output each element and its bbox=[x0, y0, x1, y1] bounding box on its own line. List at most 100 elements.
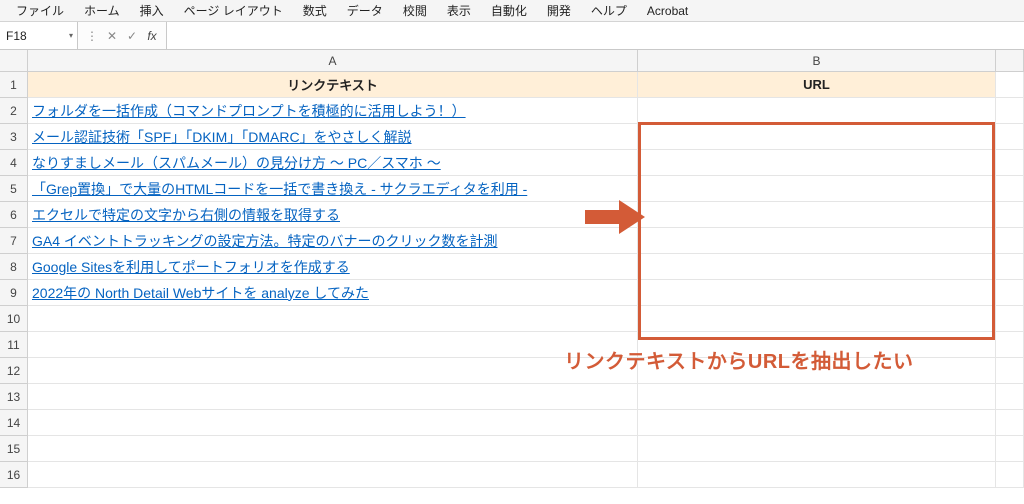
menu-item-file[interactable]: ファイル bbox=[6, 2, 74, 19]
row-header-1[interactable]: 1 bbox=[0, 72, 27, 98]
cancel-icon[interactable]: ✕ bbox=[102, 29, 122, 43]
row-header-6[interactable]: 6 bbox=[0, 202, 27, 228]
cell-rest[interactable] bbox=[996, 332, 1024, 357]
cell-b10[interactable] bbox=[638, 306, 996, 331]
row-header-11[interactable]: 11 bbox=[0, 332, 27, 358]
enter-icon[interactable]: ✓ bbox=[122, 29, 142, 43]
select-all-corner[interactable] bbox=[0, 50, 28, 72]
cell-a3[interactable]: メール認証技術「SPF」「DKIM」「DMARC」をやさしく解説 bbox=[28, 124, 638, 149]
row-header-5[interactable]: 5 bbox=[0, 176, 27, 202]
vertical-divider-icon: ⋮ bbox=[82, 29, 102, 43]
cell-rest[interactable] bbox=[996, 124, 1024, 149]
cell-rest[interactable] bbox=[996, 358, 1024, 383]
table-row bbox=[28, 306, 1024, 332]
cell-rest[interactable] bbox=[996, 410, 1024, 435]
hyperlink[interactable]: フォルダを一括作成（コマンドプロンプトを積極的に活用しよう！） bbox=[32, 101, 466, 121]
name-box[interactable]: F18 ▾ bbox=[0, 22, 78, 49]
column-header-a[interactable]: A bbox=[28, 50, 638, 71]
hyperlink[interactable]: 2022年の North Detail Webサイトを analyze してみた bbox=[32, 283, 369, 303]
cell-rest[interactable] bbox=[996, 150, 1024, 175]
cell-b1[interactable]: URL bbox=[638, 72, 996, 97]
cell-b2[interactable] bbox=[638, 98, 996, 123]
formula-input[interactable] bbox=[167, 22, 1024, 49]
cell-rest[interactable] bbox=[996, 254, 1024, 279]
cell-rest[interactable] bbox=[996, 436, 1024, 461]
hyperlink[interactable]: GA4 イベントトラッキングの設定方法。特定のバナーのクリック数を計測 bbox=[32, 231, 497, 251]
menu-item-formulas[interactable]: 数式 bbox=[293, 2, 337, 19]
cell-rest[interactable] bbox=[996, 280, 1024, 305]
cell-b3[interactable] bbox=[638, 124, 996, 149]
menu-item-developer[interactable]: 開発 bbox=[537, 2, 581, 19]
cell-b11[interactable] bbox=[638, 332, 996, 357]
cell-a14[interactable] bbox=[28, 410, 638, 435]
row-header-3[interactable]: 3 bbox=[0, 124, 27, 150]
row-header-12[interactable]: 12 bbox=[0, 358, 27, 384]
chevron-down-icon[interactable]: ▾ bbox=[69, 31, 73, 40]
menu-item-pagelayout[interactable]: ページ レイアウト bbox=[174, 2, 293, 19]
cell-a9[interactable]: 2022年の North Detail Webサイトを analyze してみた bbox=[28, 280, 638, 305]
cell-a10[interactable] bbox=[28, 306, 638, 331]
row-header-13[interactable]: 13 bbox=[0, 384, 27, 410]
cell-a13[interactable] bbox=[28, 384, 638, 409]
cell-rest[interactable] bbox=[996, 306, 1024, 331]
row-header-10[interactable]: 10 bbox=[0, 306, 27, 332]
cell-a1[interactable]: リンクテキスト bbox=[28, 72, 638, 97]
column-header-b[interactable]: B bbox=[638, 50, 996, 71]
cell-a5[interactable]: 「Grep置換」で大量のHTMLコードを一括で書き換え - サクラエディタを利用… bbox=[28, 176, 638, 201]
cell-rest[interactable] bbox=[996, 202, 1024, 227]
menu-item-automate[interactable]: 自動化 bbox=[481, 2, 537, 19]
menu-item-insert[interactable]: 挿入 bbox=[130, 2, 174, 19]
row-headers: 1 2 3 4 5 6 7 8 9 10 11 12 13 14 15 16 bbox=[0, 72, 28, 488]
row-header-7[interactable]: 7 bbox=[0, 228, 27, 254]
cell-rest[interactable] bbox=[996, 384, 1024, 409]
cell-rest[interactable] bbox=[996, 72, 1024, 97]
hyperlink[interactable]: Google Sitesを利用してポートフォリオを作成する bbox=[32, 257, 350, 277]
spreadsheet-grid[interactable]: A B 1 2 3 4 5 6 7 8 9 10 11 12 13 14 15 … bbox=[0, 50, 1024, 504]
cell-b16[interactable] bbox=[638, 462, 996, 487]
menu-item-home[interactable]: ホーム bbox=[74, 2, 130, 19]
cell-b4[interactable] bbox=[638, 150, 996, 175]
menu-item-view[interactable]: 表示 bbox=[437, 2, 481, 19]
cell-rest[interactable] bbox=[996, 462, 1024, 487]
cell-a16[interactable] bbox=[28, 462, 638, 487]
row-header-16[interactable]: 16 bbox=[0, 462, 27, 488]
cell-a12[interactable] bbox=[28, 358, 638, 383]
row-header-15[interactable]: 15 bbox=[0, 436, 27, 462]
cell-a15[interactable] bbox=[28, 436, 638, 461]
fx-icon[interactable]: fx bbox=[142, 29, 162, 43]
cell-b6[interactable] bbox=[638, 202, 996, 227]
cell-b14[interactable] bbox=[638, 410, 996, 435]
cell-a8[interactable]: Google Sitesを利用してポートフォリオを作成する bbox=[28, 254, 638, 279]
row-header-8[interactable]: 8 bbox=[0, 254, 27, 280]
cell-b9[interactable] bbox=[638, 280, 996, 305]
row-header-14[interactable]: 14 bbox=[0, 410, 27, 436]
cell-b7[interactable] bbox=[638, 228, 996, 253]
row-header-9[interactable]: 9 bbox=[0, 280, 27, 306]
hyperlink[interactable]: なりすましメール（スパムメール）の見分け方 〜 PC／スマホ 〜 bbox=[32, 153, 441, 173]
menu-item-data[interactable]: データ bbox=[337, 2, 393, 19]
cell-rest[interactable] bbox=[996, 176, 1024, 201]
hyperlink[interactable]: メール認証技術「SPF」「DKIM」「DMARC」をやさしく解説 bbox=[32, 127, 412, 147]
hyperlink[interactable]: エクセルで特定の文字から右側の情報を取得する bbox=[32, 205, 340, 225]
cell-a4[interactable]: なりすましメール（スパムメール）の見分け方 〜 PC／スマホ 〜 bbox=[28, 150, 638, 175]
cells-area: リンクテキスト URL フォルダを一括作成（コマンドプロンプトを積極的に活用しよ… bbox=[28, 72, 1024, 504]
cell-b5[interactable] bbox=[638, 176, 996, 201]
cell-a7[interactable]: GA4 イベントトラッキングの設定方法。特定のバナーのクリック数を計測 bbox=[28, 228, 638, 253]
cell-a11[interactable] bbox=[28, 332, 638, 357]
table-row: リンクテキスト URL bbox=[28, 72, 1024, 98]
cell-a6[interactable]: エクセルで特定の文字から右側の情報を取得する bbox=[28, 202, 638, 227]
hyperlink[interactable]: 「Grep置換」で大量のHTMLコードを一括で書き換え - サクラエディタを利用… bbox=[32, 179, 527, 199]
row-header-2[interactable]: 2 bbox=[0, 98, 27, 124]
column-header-rest[interactable] bbox=[996, 50, 1024, 71]
cell-b12[interactable] bbox=[638, 358, 996, 383]
cell-b15[interactable] bbox=[638, 436, 996, 461]
cell-rest[interactable] bbox=[996, 98, 1024, 123]
menu-item-review[interactable]: 校閲 bbox=[393, 2, 437, 19]
cell-rest[interactable] bbox=[996, 228, 1024, 253]
row-header-4[interactable]: 4 bbox=[0, 150, 27, 176]
menu-item-acrobat[interactable]: Acrobat bbox=[637, 4, 698, 18]
cell-b8[interactable] bbox=[638, 254, 996, 279]
menu-item-help[interactable]: ヘルプ bbox=[581, 2, 637, 19]
cell-b13[interactable] bbox=[638, 384, 996, 409]
cell-a2[interactable]: フォルダを一括作成（コマンドプロンプトを積極的に活用しよう！） bbox=[28, 98, 638, 123]
